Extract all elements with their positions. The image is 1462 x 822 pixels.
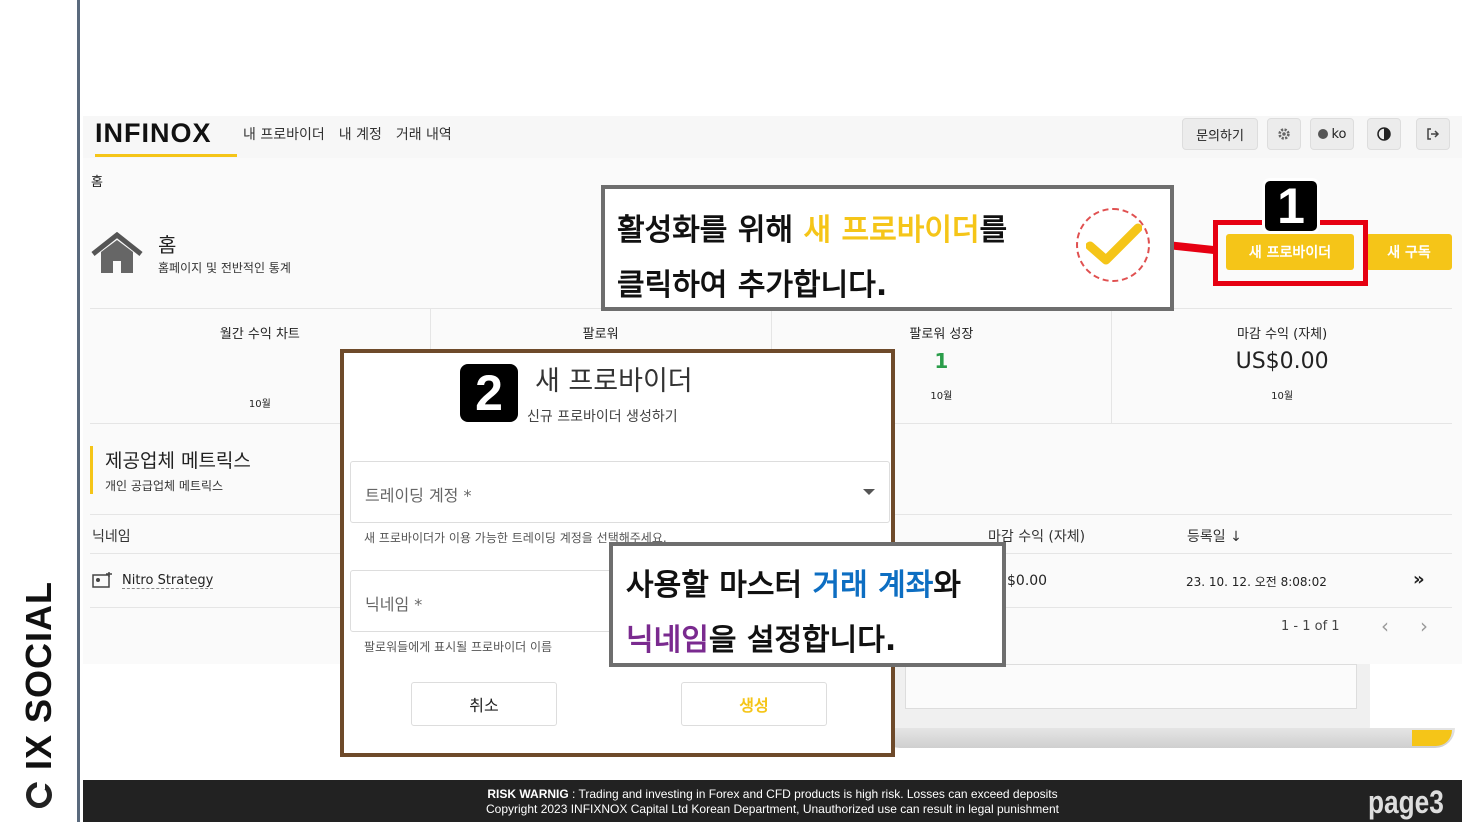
- nav-my-providers[interactable]: 내 프로바이더: [243, 124, 325, 144]
- trading-account-placeholder: 트레이딩 계정 *: [365, 486, 472, 505]
- callout-2-line-2: 닉네임을 설정합니다.: [626, 613, 1002, 668]
- callout-1-text-b: 를: [979, 213, 1008, 248]
- new-subscription-button[interactable]: 새 구독: [1366, 234, 1452, 270]
- row-expand-icon[interactable]: »: [1413, 569, 1425, 590]
- contrast-icon: [1377, 127, 1391, 141]
- callout-1-text-a: 활성화를 위해: [617, 213, 804, 248]
- col-registered-label: 등록일: [1187, 529, 1226, 545]
- settings-button[interactable]: [1267, 118, 1301, 150]
- nav-my-account[interactable]: 내 계정: [339, 124, 382, 144]
- risk-warning-label: RISK WARNIG: [487, 787, 569, 801]
- stat-month: 10월: [1271, 391, 1294, 402]
- nickname-placeholder: 닉네임 *: [365, 595, 423, 614]
- page-number: page3: [1368, 784, 1444, 820]
- chevron-down-icon: [863, 489, 875, 495]
- infinox-logo[interactable]: INFINOX: [95, 118, 237, 157]
- cancel-button[interactable]: 취소: [411, 682, 557, 726]
- row-date: 23. 10. 12. 오전 8:08:02: [1186, 575, 1327, 589]
- laptop-screen: [905, 664, 1357, 709]
- col-nickname[interactable]: 닉네임: [92, 526, 131, 546]
- callout-step-2: 사용할 마스터 거래 계좌와 닉네임을 설정합니다.: [609, 542, 1006, 667]
- page-title: 홈: [158, 233, 177, 257]
- col-registered[interactable]: 등록일 ↓: [1187, 526, 1242, 546]
- home-icon: [91, 232, 143, 273]
- risk-warning-line: RISK WARNIG : Trading and investing in F…: [83, 787, 1462, 802]
- modal-subtitle: 신규 프로바이더 생성하기: [527, 409, 678, 425]
- row-profit: $0.00: [1007, 573, 1048, 589]
- callout-2-highlight-b: 닉네임: [626, 623, 709, 658]
- next-page-icon[interactable]: ›: [1420, 614, 1428, 638]
- stat-label: 마감 수익 (자체): [1237, 327, 1328, 342]
- check-icon: [1076, 208, 1150, 282]
- ix-logo-icon: [26, 782, 52, 808]
- breadcrumb[interactable]: 홈: [91, 171, 103, 190]
- copyright-line: Copyright 2023 INFIXNOX Capital Ltd Kore…: [486, 802, 1059, 816]
- globe-icon: [1318, 129, 1329, 139]
- stat-label: 팔로워: [582, 327, 619, 342]
- stat-label: 월간 수익 차트: [219, 327, 300, 342]
- prev-page-icon[interactable]: ‹: [1381, 614, 1389, 638]
- step-2-badge: 2: [460, 364, 518, 422]
- risk-warning-footer: RISK WARNIG : Trading and investing in F…: [83, 780, 1462, 822]
- brand-text: IX SOCIAL: [18, 580, 59, 770]
- logout-button[interactable]: [1416, 118, 1450, 150]
- stat-closed-profit: 마감 수익 (자체) US$0.00 10월: [1112, 309, 1452, 423]
- gear-icon: [1278, 128, 1290, 140]
- trading-account-select[interactable]: 트레이딩 계정 *: [350, 461, 890, 523]
- stat-value: US$0.00: [1235, 349, 1329, 374]
- callout-2-line-1: 사용할 마스터 거래 계좌와: [626, 558, 1002, 613]
- callout-1-highlight: 새 프로바이더: [803, 213, 980, 248]
- metrics-subtitle: 개인 공급업체 메트릭스: [105, 479, 224, 493]
- metrics-title: 제공업체 메트릭스: [105, 450, 251, 472]
- slide: IX SOCIAL INFINOX 내 프로바이더 내 계정 거래 내역 문의하…: [0, 0, 1462, 822]
- sort-down-icon: ↓: [1230, 529, 1242, 545]
- main-nav: 내 프로바이더 내 계정 거래 내역: [243, 124, 452, 144]
- brand-strip: IX SOCIAL: [0, 0, 80, 822]
- ix-social-brand: IX SOCIAL: [18, 581, 60, 808]
- pagination-info: 1 - 1 of 1: [1281, 619, 1340, 634]
- callout-2-text-a: 사용할 마스터: [626, 568, 813, 603]
- provider-card-icon: [92, 572, 112, 588]
- theme-toggle-button[interactable]: [1367, 118, 1401, 150]
- risk-warning-text: : Trading and investing in Forex and CFD…: [568, 787, 1058, 801]
- logout-icon: [1427, 128, 1440, 140]
- callout-2-highlight-a: 거래 계좌: [812, 568, 934, 603]
- language-button[interactable]: ko: [1310, 118, 1354, 150]
- contact-button[interactable]: 문의하기: [1182, 118, 1258, 150]
- nav-trade-history[interactable]: 거래 내역: [396, 124, 452, 144]
- stat-label: 팔로워 성장: [909, 327, 974, 342]
- create-button[interactable]: 생성: [681, 682, 827, 726]
- callout-2-text-c: 을 설정합니다.: [708, 623, 897, 658]
- top-bar: INFINOX 내 프로바이더 내 계정 거래 내역 문의하기 ko: [83, 116, 1462, 158]
- provider-nickname-link[interactable]: Nitro Strategy: [122, 573, 214, 589]
- language-label: ko: [1331, 126, 1347, 142]
- modal-title: 새 프로바이더: [535, 366, 693, 397]
- nickname-hint: 팔로워들에게 표시될 프로바이더 이름: [364, 640, 553, 654]
- metrics-header: 제공업체 메트릭스 개인 공급업체 메트릭스: [90, 446, 251, 494]
- callout-2-text-b: 와: [933, 568, 961, 603]
- laptop-base: [880, 728, 1455, 748]
- page-subtitle: 홈페이지 및 전반적인 통계: [158, 261, 291, 275]
- step-1-badge: 1: [1262, 178, 1320, 234]
